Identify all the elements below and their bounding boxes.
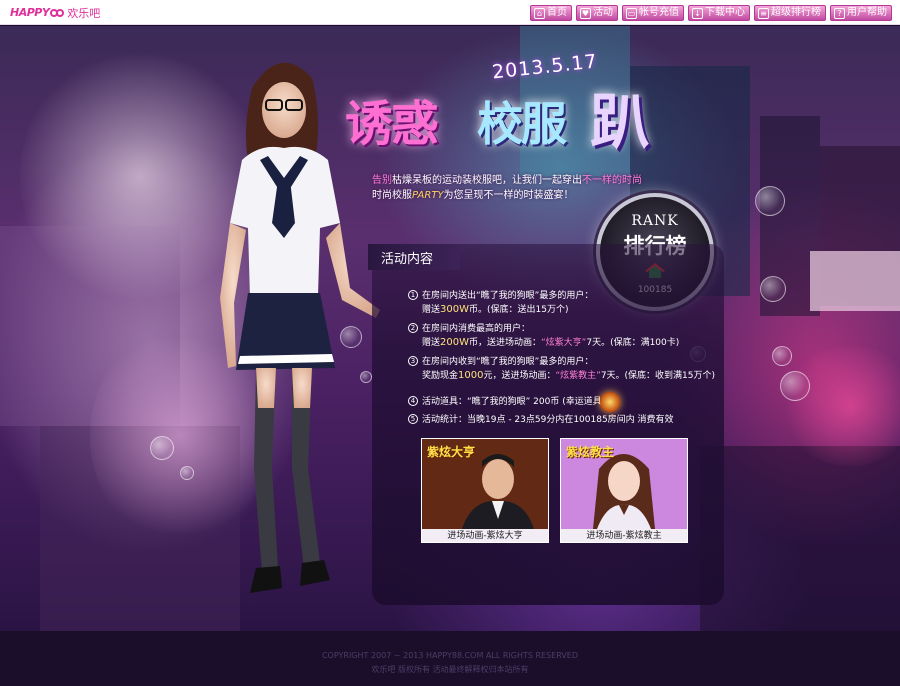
party-word: PARTY	[412, 190, 444, 201]
rule-number: 1	[408, 290, 418, 300]
gift-icon: ♥	[580, 7, 591, 19]
rule-line-1: 活动统计：当晚19点 - 23点59分内在100185房间内 消费有效	[422, 415, 674, 425]
activity-tab-title: 活动内容	[381, 252, 434, 267]
rule-line-1: 在房间内收到“瞧了我的狗眼”最多的用户：	[422, 357, 594, 367]
nav-label: 帐号充值	[639, 7, 679, 18]
nav-help-button[interactable]: ? 用户帮助	[830, 5, 892, 21]
rule-text: 币。(保底：送出15万个)	[469, 305, 569, 315]
rule-line-2: 奖励现金1000元，送进场动画：“炫紫教主”7天。(保底：收到满15万个)	[422, 369, 715, 383]
nav-ranking-button[interactable]: ≡ 超级排行榜	[754, 5, 826, 21]
nav-label: 活动	[593, 7, 613, 18]
card-tag: 紫炫教主	[566, 445, 615, 459]
intro-line-1: 告别枯燥呆板的运动装校服吧，让我们一起穿出不一样的时尚	[372, 173, 642, 188]
intro-line-2: 时尚校服PARTY为您呈现不一样的时装盛宴！	[372, 188, 642, 203]
rule-number: 5	[408, 414, 418, 424]
rule-amount: 200W	[440, 337, 469, 348]
rule-line-1: 在房间内消费最高的用户：	[422, 324, 531, 334]
rule-text: 奖励现金	[422, 371, 459, 381]
page: HAPPY 欢乐吧 ⌂ 首页 ♥ 活动 ▭ 帐号充值 ↓ 下载中心 ≡ 超级排行榜 ? 用户…	[0, 0, 900, 686]
nav-label: 首页	[547, 7, 567, 18]
nav-label: 超级排行榜	[771, 7, 821, 18]
nav-home-button[interactable]: ⌂ 首页	[530, 5, 572, 21]
entrance-card-leader[interactable]: 紫炫教主 进场动画-紫炫教主	[560, 438, 688, 543]
intro-highlight-2: 不一样的时尚	[582, 175, 642, 186]
footer: COPYRIGHT 2007 ~ 2013 HAPPY88.COM ALL RI…	[0, 631, 900, 686]
nav-label: 用户帮助	[847, 7, 887, 18]
card-tag: 紫炫大亨	[427, 445, 476, 459]
help-icon: ?	[834, 7, 845, 19]
nav-recharge-button[interactable]: ▭ 帐号充值	[622, 5, 684, 21]
title-part-b: 校服	[477, 97, 567, 151]
event-title: 诱惑 校服 趴	[345, 78, 685, 158]
rule-text: 7天。(保底：收到满15万个)	[600, 371, 716, 381]
event-intro: 告别枯燥呆板的运动装校服吧，让我们一起穿出不一样的时尚 时尚校服PARTY为您呈…	[372, 173, 642, 203]
site-logo[interactable]: HAPPY 欢乐吧	[10, 4, 100, 21]
top-nav: ⌂ 首页 ♥ 活动 ▭ 帐号充值 ↓ 下载中心 ≡ 超级排行榜 ? 用户帮助	[530, 5, 892, 21]
title-part-c: 趴	[590, 88, 650, 158]
entrance-card-tycoon[interactable]: 紫炫大亨 进场动画-紫炫大亨	[421, 438, 549, 543]
home-icon: ⌂	[534, 7, 545, 19]
rule-line-2: 赠送300W币。(保底：送出15万个)	[422, 303, 568, 317]
title-part-a: 诱惑	[345, 96, 439, 152]
rule-number: 2	[408, 323, 418, 333]
rule-item-name: “炫紫大亨”	[541, 338, 587, 348]
nav-download-button[interactable]: ↓ 下载中心	[688, 5, 750, 21]
footer-subtext: 欢乐吧 版权所有 活动最终解释权归本站所有	[371, 665, 529, 674]
rule-item-name: “炫紫教主”	[555, 371, 601, 381]
rule-text: 赠送	[422, 338, 441, 348]
intro-text: 枯燥呆板的运动装校服吧，让我们一起穿出	[392, 175, 582, 186]
logo-mark: HAPPY	[10, 6, 50, 19]
top-bar: HAPPY 欢乐吧 ⌂ 首页 ♥ 活动 ▭ 帐号充值 ↓ 下载中心 ≡ 超级排行榜 ? 用户…	[0, 0, 900, 25]
rank-label-en: RANK	[631, 213, 679, 229]
download-icon: ↓	[692, 7, 703, 19]
prop-item-icon	[600, 392, 620, 412]
rule-line-1: 在房间内送出“瞧了我的狗眼”最多的用户：	[422, 291, 594, 301]
copyright-text: COPYRIGHT 2007 ~ 2013 HAPPY88.COM ALL RI…	[321, 651, 579, 660]
intro-text-2a: 时尚校服	[372, 190, 412, 201]
card-caption: 进场动画-紫炫大亨	[447, 531, 523, 541]
intro-text-2b: 为您呈现不一样的时装盛宴！	[443, 190, 574, 201]
intro-highlight: 告别	[372, 175, 392, 186]
rule-amount: 300W	[440, 304, 469, 315]
nav-activity-button[interactable]: ♥ 活动	[576, 5, 618, 21]
card-caption: 进场动画-紫炫教主	[586, 531, 662, 541]
card-icon: ▭	[626, 7, 637, 19]
rule-line-2: 赠送200W币，送进场动画：“炫紫大亨”7天。(保底：满100卡)	[422, 336, 679, 350]
rule-text: 7天。(保底：满100卡)	[586, 338, 680, 348]
logo-rings-icon	[50, 8, 65, 18]
rule-number: 4	[408, 396, 418, 406]
logo-name: 欢乐吧	[67, 6, 101, 20]
rule-line-1: 活动道具：“瞧了我的狗眼” 200币 (幸运道具)	[422, 397, 606, 407]
rule-number: 3	[408, 356, 418, 366]
rule-text: 币，送进场动画：	[469, 338, 542, 348]
rule-amount: 1000	[458, 370, 484, 381]
rule-text: 赠送	[422, 305, 441, 315]
list-icon: ≡	[758, 7, 769, 19]
nav-label: 下载中心	[705, 7, 745, 18]
rule-text: 元，送进场动画：	[483, 371, 556, 381]
